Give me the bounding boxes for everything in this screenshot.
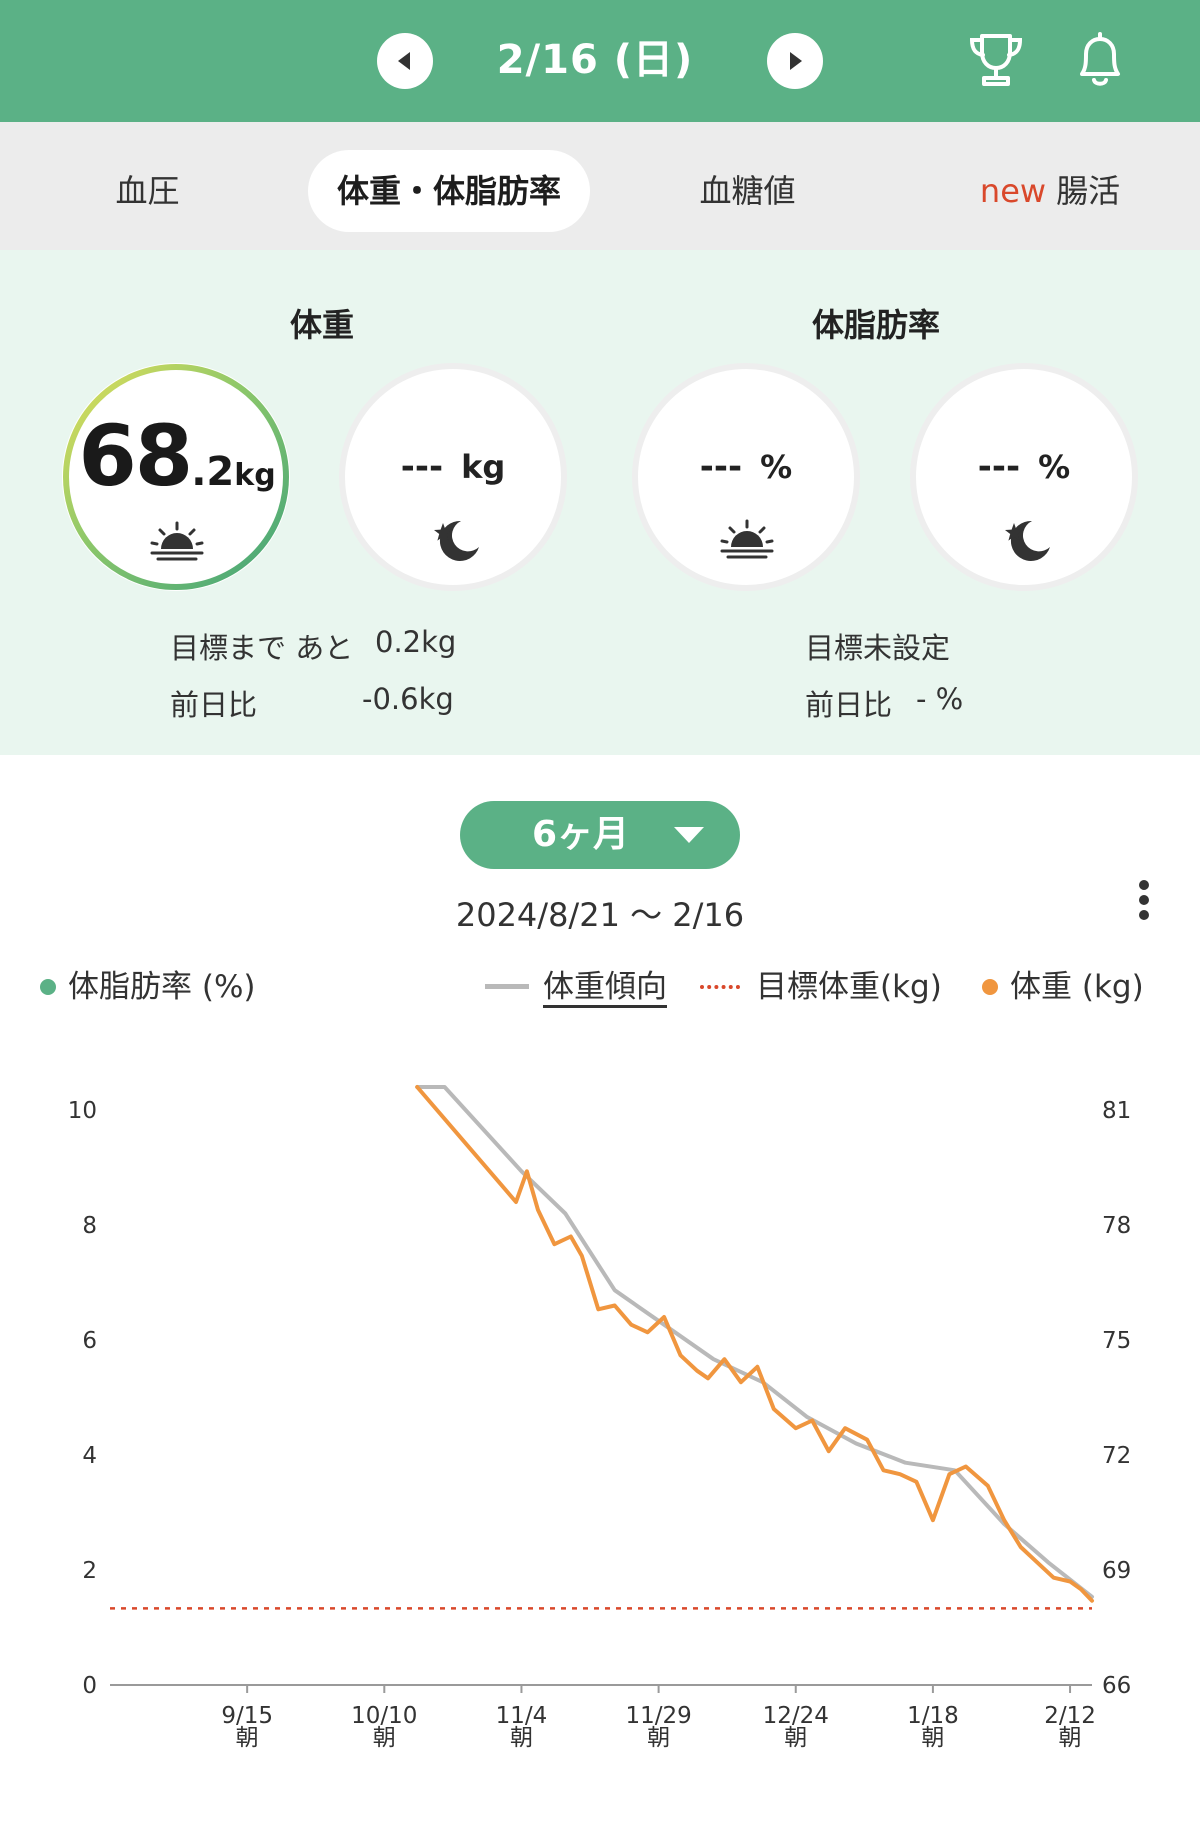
bodyfat-evening-dashes: ---	[977, 447, 1021, 487]
y-left-tick: 2	[82, 1558, 97, 1584]
tab-blood-glucose[interactable]: 血糖値	[660, 150, 835, 232]
weight-goal-value: 0.2kg	[375, 625, 457, 659]
legend-goal-label: 目標体重(kg)	[756, 969, 942, 1005]
bodyfat-morning-unit: %	[760, 448, 793, 486]
weight-dec: .2	[191, 449, 235, 495]
weight-evening-card[interactable]: --- kg	[339, 363, 567, 591]
weight-title: 体重	[289, 306, 354, 344]
legend-goal-line	[700, 984, 740, 989]
bodyfat-morning-value: ---%	[638, 447, 854, 487]
y-left-tick: 8	[82, 1213, 97, 1239]
caret-down-icon	[674, 827, 704, 843]
legend-trend-line	[485, 984, 529, 989]
weight-evening-unit: kg	[461, 448, 506, 486]
top-bar: 2/16 (日)	[0, 0, 1200, 122]
weight-evening-dashes: ---	[400, 447, 444, 487]
legend-trend-label: 体重傾向	[543, 969, 667, 1008]
weight-goal-text: 目標まで あと	[170, 631, 354, 665]
x-tick-sub-label: 朝	[1059, 1725, 1082, 1751]
next-day-button[interactable]	[767, 33, 823, 89]
tab-blood-pressure[interactable]: 血圧	[60, 150, 235, 232]
sunrise-icon	[720, 519, 774, 559]
bodyfat-morning-dashes: ---	[699, 447, 743, 487]
new-badge: new	[979, 172, 1047, 210]
legend-weight-dot	[982, 978, 998, 995]
y-right-tick: 75	[1102, 1328, 1131, 1354]
weight-evening-value: --- kg	[345, 447, 561, 487]
bodyfat-morning-card[interactable]: ---%	[632, 363, 860, 591]
y-right-tick: 72	[1102, 1443, 1131, 1469]
weight-series-line	[415, 1085, 1094, 1603]
bodyfat-evening-value: ---%	[916, 447, 1132, 487]
legend-bodyfat[interactable]: 体脂肪率 (%)	[40, 965, 256, 1009]
weight-morning-value: 68.2kg	[72, 407, 282, 505]
date-range: 2024/8/21 〜 2/16	[455, 896, 745, 934]
bodyfat-evening-unit: %	[1038, 448, 1071, 486]
x-tick-sub-label: 朝	[373, 1725, 396, 1751]
category-tabs: 血圧 体重・体脂肪率 血糖値 new 腸活	[0, 122, 1200, 250]
more-vertical-icon[interactable]	[1130, 876, 1158, 924]
period-dropdown[interactable]: 6ヶ月	[460, 801, 740, 869]
weight-diff-value: -0.6kg	[362, 682, 454, 716]
weight-unit: kg	[234, 458, 276, 493]
weight-chart[interactable]: 02468106669727578819/15朝10/10朝11/4朝11/29…	[0, 1060, 1200, 1760]
y-right-tick: 69	[1102, 1558, 1131, 1584]
sunrise-icon	[150, 521, 204, 561]
legend-goal[interactable]: 目標体重(kg)	[700, 965, 942, 1009]
summary-panel: 体重 体脂肪率 68.2kg --- kg --- % --- % 目標まで あ…	[0, 250, 1200, 755]
bodyfat-goal-text: 目標未設定	[805, 631, 951, 665]
x-tick-sub-label: 朝	[647, 1725, 670, 1751]
prev-day-button[interactable]	[377, 33, 433, 89]
trophy-icon[interactable]	[964, 28, 1028, 92]
y-left-tick: 10	[68, 1098, 97, 1124]
tab-gut-health-label: 腸活	[1056, 172, 1121, 210]
x-tick-sub-label: 朝	[510, 1725, 533, 1751]
x-tick-sub-label: 朝	[784, 1725, 807, 1751]
legend-trend[interactable]: 体重傾向	[485, 965, 667, 1009]
period-label: 6ヶ月	[532, 814, 630, 855]
y-right-tick: 81	[1102, 1098, 1131, 1124]
weight-diff-label: 前日比	[170, 688, 258, 722]
bodyfat-evening-card[interactable]: ---%	[910, 363, 1138, 591]
bell-icon[interactable]	[1068, 28, 1132, 92]
x-tick-sub-label: 朝	[236, 1725, 259, 1751]
triangle-right-icon	[790, 52, 802, 70]
triangle-left-icon	[398, 52, 410, 70]
tab-weight-bodyfat[interactable]: 体重・体脂肪率	[308, 150, 590, 232]
trend-series-line	[415, 1085, 1094, 1599]
legend-bodyfat-dot	[40, 978, 56, 995]
x-tick-sub-label: 朝	[921, 1725, 944, 1751]
y-left-tick: 0	[82, 1673, 97, 1699]
bodyfat-diff-label: 前日比	[805, 688, 893, 722]
moon-star-icon	[434, 520, 479, 561]
y-right-tick: 78	[1102, 1213, 1131, 1239]
y-left-tick: 6	[82, 1328, 97, 1354]
bodyfat-diff-value: - %	[916, 682, 964, 716]
legend-weight-label: 体重 (kg)	[1010, 969, 1144, 1005]
weight-morning-card[interactable]: 68.2kg	[62, 363, 290, 591]
legend-bodyfat-label: 体脂肪率 (%)	[68, 969, 256, 1005]
moon-star-icon	[1005, 520, 1050, 561]
weight-int: 68	[78, 407, 193, 505]
bodyfat-title: 体脂肪率	[811, 306, 940, 344]
y-right-tick: 66	[1102, 1673, 1131, 1699]
legend-weight[interactable]: 体重 (kg)	[982, 965, 1144, 1009]
tab-gut-health[interactable]: new 腸活	[930, 150, 1170, 232]
current-date: 2/16 (日)	[496, 37, 694, 83]
y-left-tick: 4	[82, 1443, 97, 1469]
